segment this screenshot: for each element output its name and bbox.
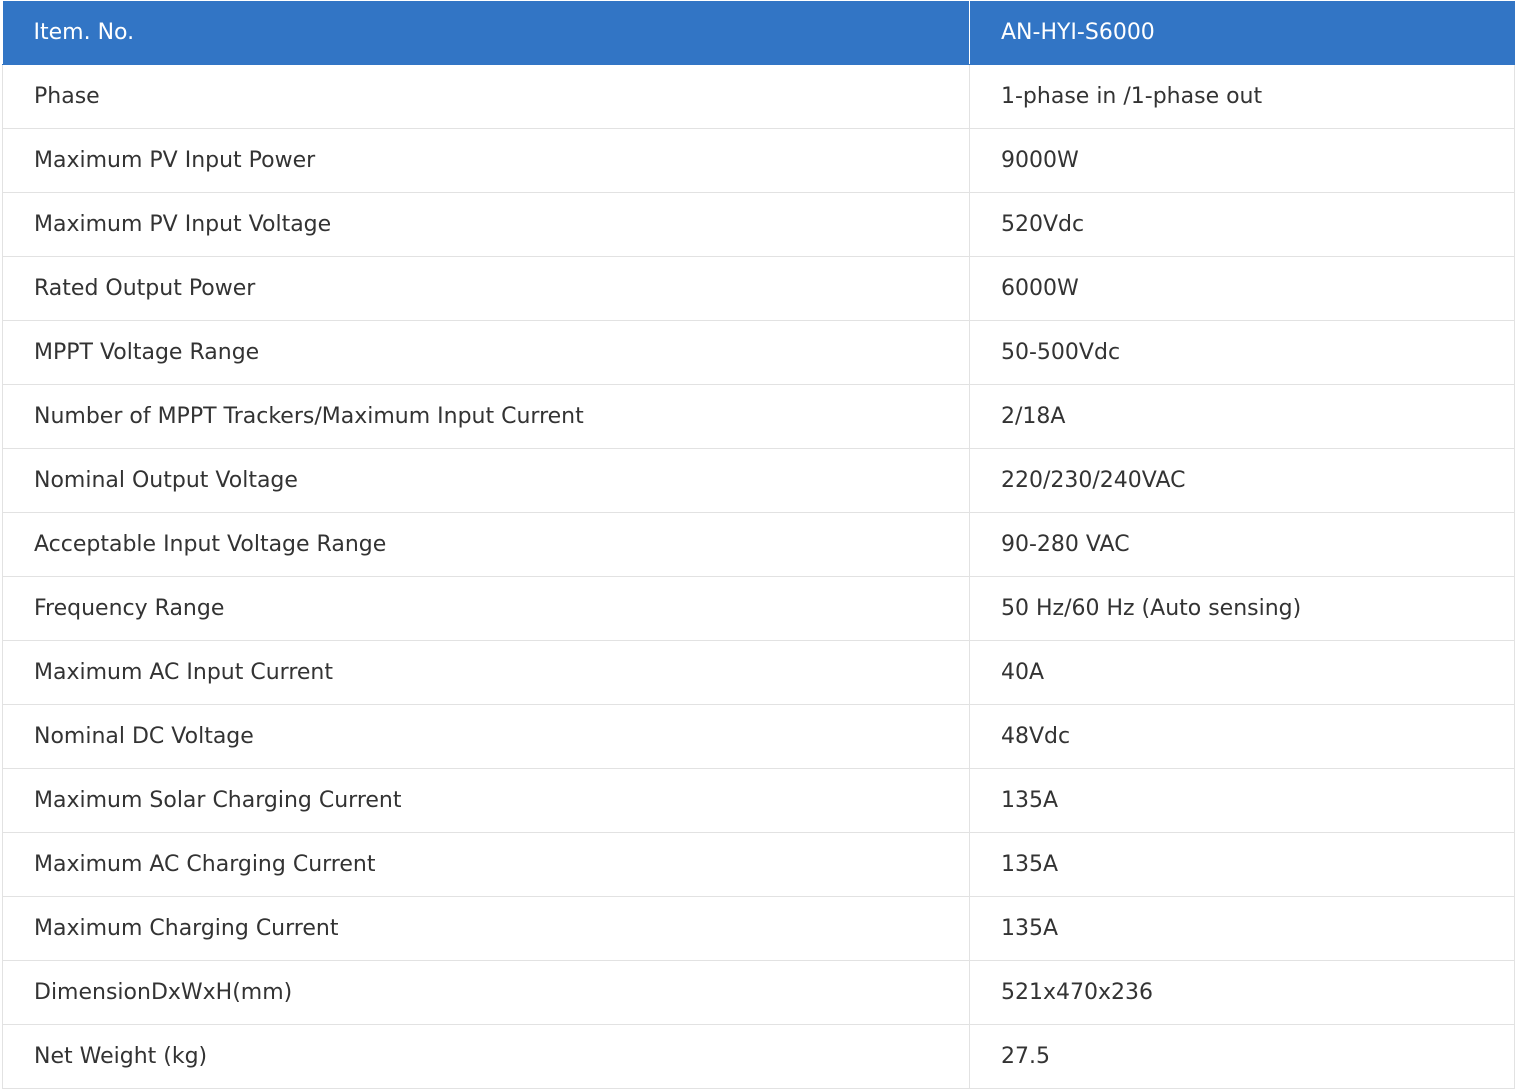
header-model-value: AN-HYI-S6000 [969, 1, 1515, 65]
row-label: Nominal DC Voltage [2, 703, 970, 769]
table-row: Maximum PV Input Voltage 520Vdc [2, 191, 1515, 257]
row-label: Maximum Solar Charging Current [2, 767, 970, 833]
row-label: Nominal Output Voltage [2, 447, 970, 513]
header-item-label: Item. No. [2, 1, 970, 65]
table-row: Maximum Charging Current 135A [2, 895, 1515, 961]
spec-table-header: Item. No. AN-HYI-S6000 [2, 1, 1515, 65]
row-value: 6000W [969, 255, 1515, 321]
row-label: DimensionDxWxH(mm) [2, 959, 970, 1025]
header-row: Item. No. AN-HYI-S6000 [2, 1, 1515, 65]
table-row: Rated Output Power 6000W [2, 255, 1515, 321]
row-value: 48Vdc [969, 703, 1515, 769]
row-value: 40A [969, 639, 1515, 705]
row-value: 135A [969, 767, 1515, 833]
table-row: Maximum PV Input Power 9000W [2, 127, 1515, 193]
row-label: Net Weight (kg) [2, 1023, 970, 1089]
row-label: Acceptable Input Voltage Range [2, 511, 970, 577]
table-row: Maximum AC Input Current 40A [2, 639, 1515, 705]
table-row: Acceptable Input Voltage Range 90-280 VA… [2, 511, 1515, 577]
table-row: Net Weight (kg) 27.5 [2, 1023, 1515, 1089]
row-label: Rated Output Power [2, 255, 970, 321]
row-value: 520Vdc [969, 191, 1515, 257]
row-value: 220/230/240VAC [969, 447, 1515, 513]
row-value: 90-280 VAC [969, 511, 1515, 577]
spec-table: Item. No. AN-HYI-S6000 Phase 1-phase in … [2, 1, 1515, 1089]
row-label: Frequency Range [2, 575, 970, 641]
row-label: Phase [2, 63, 970, 129]
row-label: Maximum PV Input Power [2, 127, 970, 193]
row-value: 50-500Vdc [969, 319, 1515, 385]
table-row: Phase 1-phase in /1-phase out [2, 63, 1515, 129]
row-value: 135A [969, 895, 1515, 961]
row-label: MPPT Voltage Range [2, 319, 970, 385]
row-label: Maximum Charging Current [2, 895, 970, 961]
table-row: Nominal Output Voltage 220/230/240VAC [2, 447, 1515, 513]
table-row: Maximum Solar Charging Current 135A [2, 767, 1515, 833]
spec-table-body: Phase 1-phase in /1-phase out Maximum PV… [2, 63, 1515, 1089]
table-row: Maximum AC Charging Current 135A [2, 831, 1515, 897]
row-label: Maximum PV Input Voltage [2, 191, 970, 257]
row-label: Maximum AC Input Current [2, 639, 970, 705]
row-value: 521x470x236 [969, 959, 1515, 1025]
row-value: 135A [969, 831, 1515, 897]
row-value: 27.5 [969, 1023, 1515, 1089]
row-value: 1-phase in /1-phase out [969, 63, 1515, 129]
row-value: 50 Hz/60 Hz (Auto sensing) [969, 575, 1515, 641]
table-row: MPPT Voltage Range 50-500Vdc [2, 319, 1515, 385]
table-row: DimensionDxWxH(mm) 521x470x236 [2, 959, 1515, 1025]
row-label: Number of MPPT Trackers/Maximum Input Cu… [2, 383, 970, 449]
row-label: Maximum AC Charging Current [2, 831, 970, 897]
table-row: Nominal DC Voltage 48Vdc [2, 703, 1515, 769]
row-value: 2/18A [969, 383, 1515, 449]
table-row: Frequency Range 50 Hz/60 Hz (Auto sensin… [2, 575, 1515, 641]
table-row: Number of MPPT Trackers/Maximum Input Cu… [2, 383, 1515, 449]
row-value: 9000W [969, 127, 1515, 193]
